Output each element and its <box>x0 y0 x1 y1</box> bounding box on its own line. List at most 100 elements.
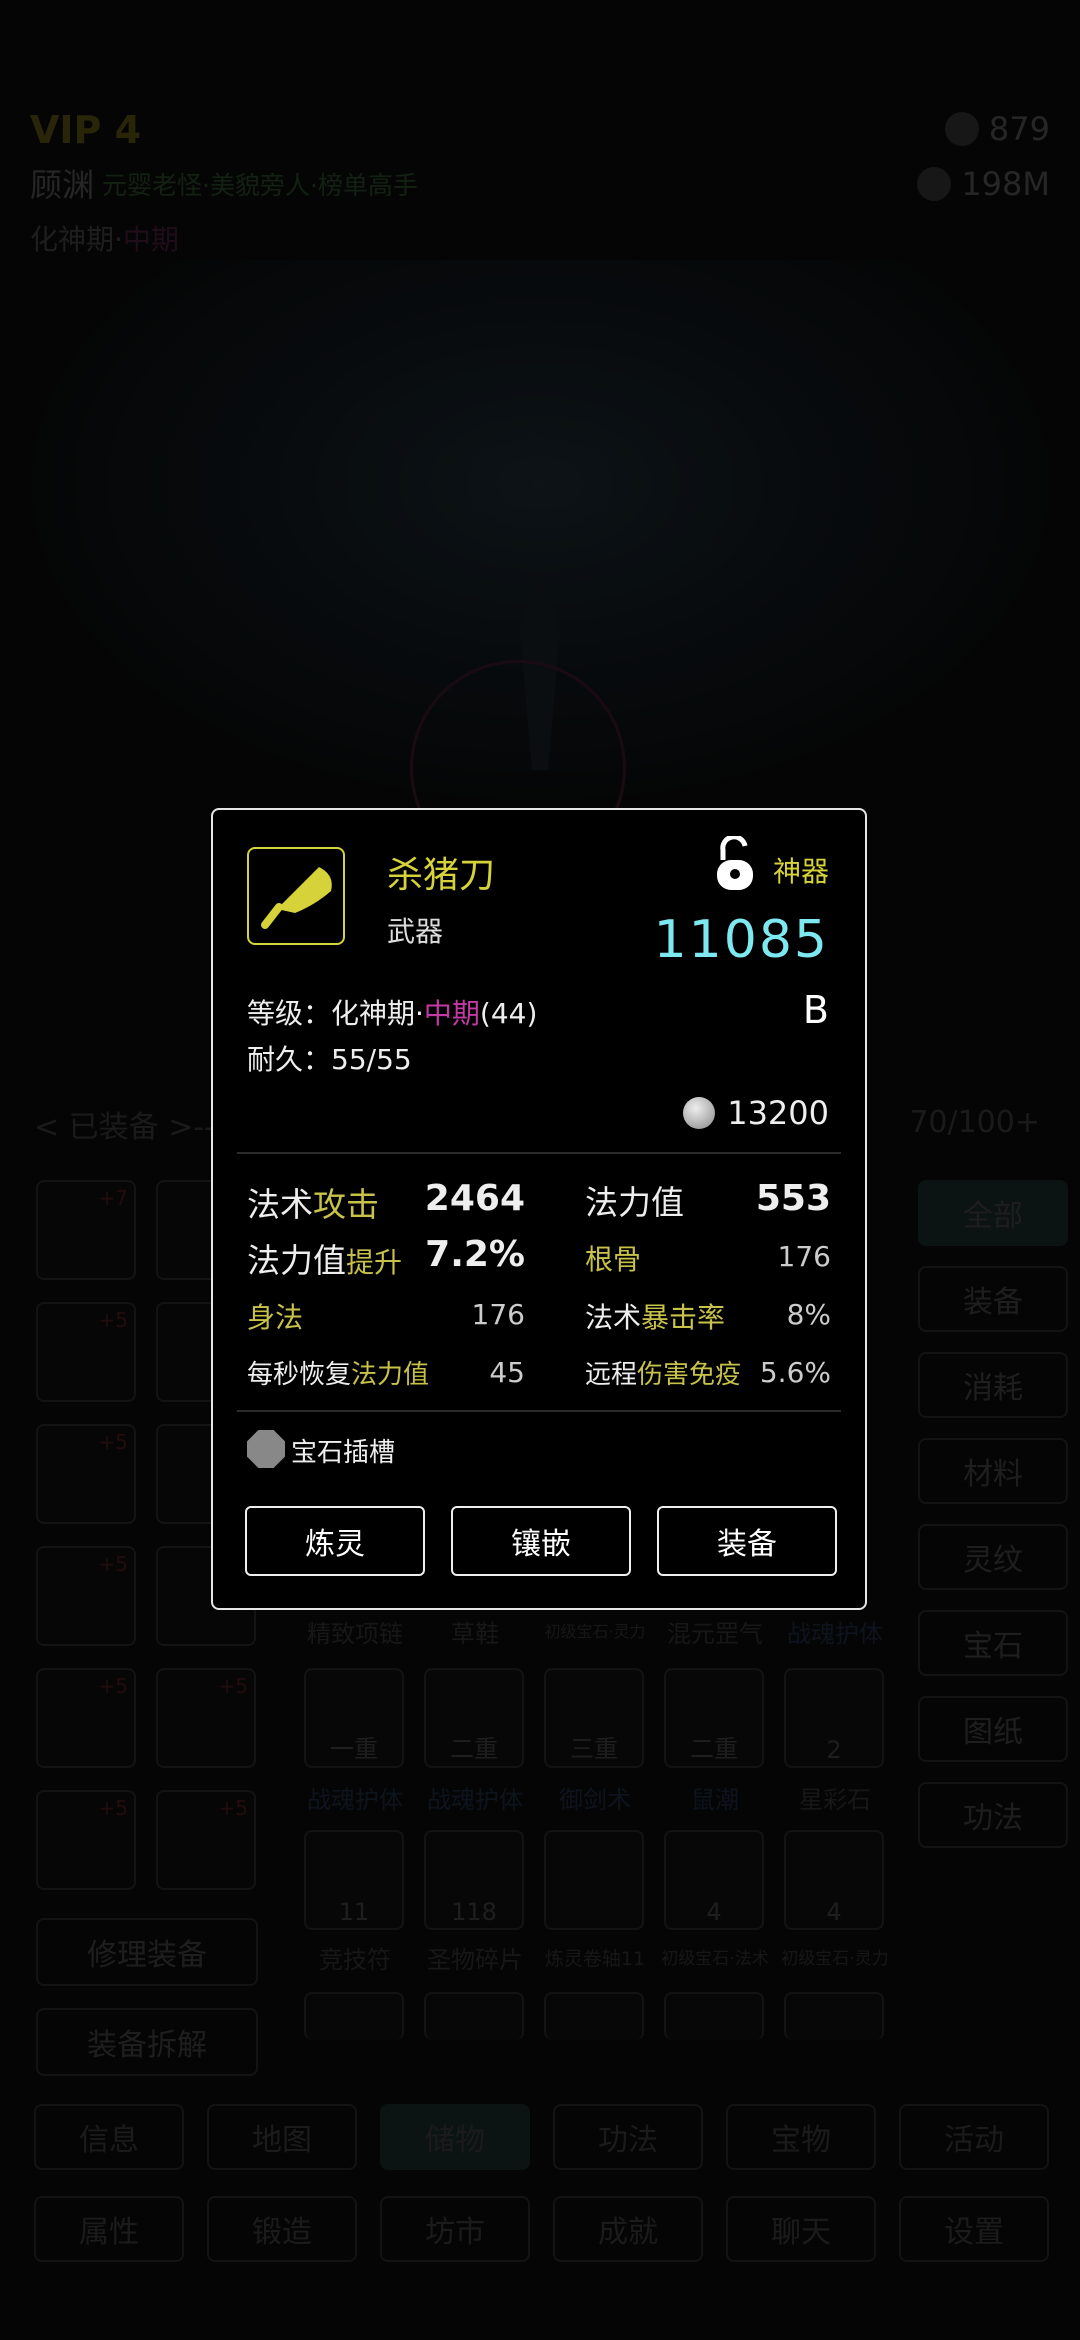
item-label: 鼠潮 <box>691 1786 739 1814</box>
inventory-cell[interactable]: 二重 <box>424 1668 524 1768</box>
nav-map[interactable]: 地图 <box>207 2104 357 2170</box>
resource-spirit: 879 <box>944 110 1050 148</box>
inventory-cell[interactable] <box>544 1992 644 2040</box>
nav-storage[interactable]: 储物 <box>380 2104 530 2170</box>
inventory-cell[interactable]: 4 <box>664 1830 764 1930</box>
item-label: 圣物碎片 <box>427 1946 523 1974</box>
unlock-icon[interactable] <box>713 836 759 892</box>
nav-info[interactable]: 信息 <box>34 2104 184 2170</box>
stat-mana-regen-value: 45 <box>489 1356 525 1389</box>
divider <box>237 1152 841 1154</box>
stat-mana-boost: 法力值提升 <box>247 1241 403 1280</box>
inventory-cell[interactable]: 11 <box>304 1830 404 1930</box>
inventory-cell[interactable] <box>664 1992 764 2040</box>
filter-consumable[interactable]: 消耗 <box>918 1352 1068 1418</box>
item-detail-dialog: 杀猪刀 武器 神器 11085 B 等级：化神期·中期(44) 耐久：55/55… <box>211 808 867 1610</box>
nav-technique[interactable]: 功法 <box>553 2104 703 2170</box>
item-type: 武器 <box>387 915 444 948</box>
nav-settings[interactable]: 设置 <box>899 2196 1049 2262</box>
item-label: 御剑术 <box>559 1786 631 1814</box>
inventory-cell[interactable]: 二重 <box>664 1668 764 1768</box>
coin-icon <box>683 1097 716 1129</box>
item-power: 11085 <box>653 910 829 970</box>
stat-spell-attack-value: 2464 <box>424 1178 525 1219</box>
inventory-cell[interactable]: 2 <box>784 1668 884 1768</box>
item-label: 草鞋 <box>451 1620 499 1648</box>
nav-activity[interactable]: 活动 <box>899 2104 1049 2170</box>
stat-ranged-immunity-value: 5.6% <box>759 1356 831 1389</box>
item-label: 初级宝石·灵力 <box>544 1622 646 1641</box>
filter-material[interactable]: 材料 <box>918 1438 1068 1504</box>
inventory-cell[interactable] <box>544 1830 644 1930</box>
inventory-cell[interactable]: 三重 <box>544 1668 644 1768</box>
item-icon <box>247 847 345 945</box>
equip-slot[interactable]: +5 <box>36 1302 136 1402</box>
resource-stone: 198M <box>917 165 1050 203</box>
nav-achievements[interactable]: 成就 <box>553 2196 703 2262</box>
equip-slot[interactable]: +5 <box>36 1546 136 1646</box>
nav-forge[interactable]: 锻造 <box>207 2196 357 2262</box>
equip-slot[interactable]: +5 <box>156 1668 256 1768</box>
inventory-cell[interactable]: 一重 <box>304 1668 404 1768</box>
filter-gem[interactable]: 宝石 <box>918 1610 1068 1676</box>
inventory-cell[interactable] <box>784 1992 884 2040</box>
item-label: 炼灵卷轴11 <box>544 1948 646 1970</box>
gem-socket-icon[interactable] <box>247 1430 285 1468</box>
item-label: 战魂护体 <box>787 1620 883 1648</box>
item-label: 星彩石 <box>799 1786 871 1814</box>
inventory-cell[interactable]: 118 <box>424 1830 524 1930</box>
item-grade: 神器 <box>773 855 830 888</box>
item-label: 战魂护体 <box>427 1786 523 1814</box>
stat-bone: 根骨 <box>585 1243 642 1276</box>
item-rank: B <box>802 988 829 1032</box>
nav-attributes[interactable]: 属性 <box>34 2196 184 2262</box>
gem-socket-label: 宝石插槽 <box>291 1438 396 1468</box>
item-label: 混元罡气 <box>667 1620 763 1648</box>
equip-slot[interactable]: +5 <box>36 1424 136 1524</box>
item-label: 初级宝石·法术 <box>661 1949 769 1969</box>
inlay-button[interactable]: 镶嵌 <box>451 1506 631 1576</box>
filter-all[interactable]: 全部 <box>918 1180 1068 1246</box>
cleaver-icon <box>261 867 332 929</box>
equip-slot[interactable]: +5 <box>156 1790 256 1890</box>
filter-rune[interactable]: 灵纹 <box>918 1524 1068 1590</box>
filter-equipment[interactable]: 装备 <box>918 1266 1068 1332</box>
stone-icon <box>917 167 952 201</box>
stat-spell-attack: 法术攻击 <box>247 1185 379 1224</box>
equip-slot[interactable]: +5 <box>36 1668 136 1768</box>
equip-slot[interactable]: +5 <box>36 1790 136 1890</box>
stat-crit-rate-value: 8% <box>786 1298 831 1331</box>
vip-level: VIP 4 <box>30 108 142 152</box>
equip-button[interactable]: 装备 <box>657 1506 837 1576</box>
player-realm: 化神期·中期 <box>30 223 179 256</box>
filter-blueprint[interactable]: 图纸 <box>918 1696 1068 1762</box>
dismantle-equipment-button[interactable]: 装备拆解 <box>36 2008 258 2076</box>
stat-mana: 法力值 <box>585 1183 684 1222</box>
inventory-capacity: 70/100+ <box>909 1105 1040 1140</box>
refine-button[interactable]: 炼灵 <box>245 1506 425 1576</box>
item-name: 杀猪刀 <box>387 855 496 896</box>
player-name: 顾渊 <box>30 166 95 204</box>
nav-market[interactable]: 坊市 <box>380 2196 530 2262</box>
inventory-cell[interactable] <box>424 1992 524 2040</box>
spirit-icon <box>944 112 979 146</box>
filter-technique[interactable]: 功法 <box>918 1782 1068 1848</box>
stat-mana-boost-value: 7.2% <box>425 1234 525 1275</box>
stat-agility-value: 176 <box>471 1298 525 1331</box>
item-level: 等级：化神期·中期(44) <box>247 997 538 1030</box>
nav-chat[interactable]: 聊天 <box>726 2196 876 2262</box>
item-label: 精致项链 <box>307 1620 403 1648</box>
inventory-cell[interactable]: 4 <box>784 1830 884 1930</box>
player-titles: 元婴老怪·美貌旁人·榜单高手 <box>102 171 418 200</box>
repair-equipment-button[interactable]: 修理装备 <box>36 1918 258 1986</box>
item-price: 13200 <box>683 1094 829 1132</box>
item-durability: 耐久：55/55 <box>247 1043 412 1076</box>
inventory-cell[interactable] <box>304 1992 404 2040</box>
nav-treasure[interactable]: 宝物 <box>726 2104 876 2170</box>
item-label: 竞技符 <box>319 1946 391 1974</box>
equip-slot[interactable]: +7 <box>36 1180 136 1280</box>
stat-bone-value: 176 <box>777 1240 831 1273</box>
character-scene <box>0 260 1080 876</box>
item-label: 初级宝石·灵力 <box>781 1949 889 1969</box>
stat-agility: 身法 <box>247 1301 304 1334</box>
